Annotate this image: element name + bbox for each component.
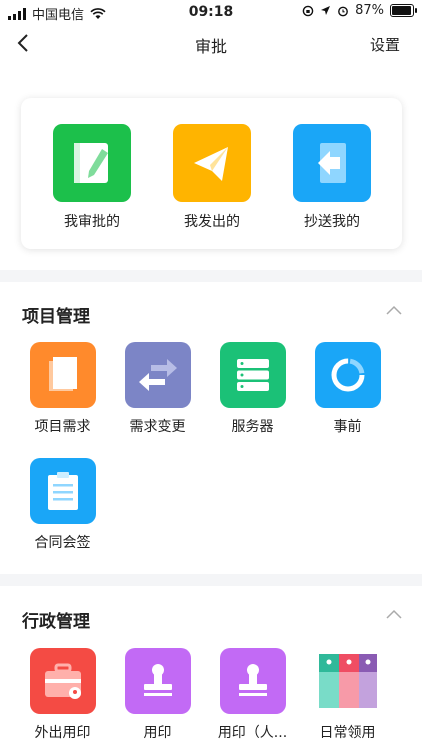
app-label: 用印 bbox=[143, 725, 172, 741]
status-bar: 中国电信 09:18 87% bbox=[0, 0, 422, 24]
status-right: 87% bbox=[302, 3, 417, 18]
app-icon-bg bbox=[219, 648, 286, 714]
app-outside-seal[interactable]: 外出用印 bbox=[15, 648, 110, 742]
notebook-pen-icon bbox=[74, 143, 108, 183]
section-title-project: 项目管理 bbox=[22, 307, 90, 327]
quick-label: 我审批的 bbox=[64, 214, 120, 230]
app-pre-event[interactable]: 事前 bbox=[300, 342, 395, 436]
app-contract-countersign[interactable]: 合同会签 bbox=[15, 458, 110, 552]
section-divider bbox=[0, 270, 422, 282]
app-label: 合同会签 bbox=[34, 535, 91, 551]
rotation-lock-icon bbox=[302, 5, 314, 16]
app-label: 需求变更 bbox=[129, 419, 186, 435]
quick-icon-bg bbox=[293, 124, 371, 202]
app-icon-bg bbox=[29, 648, 96, 714]
battery-fill bbox=[392, 6, 412, 15]
app-icon-bg bbox=[29, 342, 96, 408]
paper-plane-icon bbox=[194, 147, 228, 181]
app-project-requirement[interactable]: 项目需求 bbox=[15, 342, 110, 436]
quick-icon-bg bbox=[53, 124, 131, 202]
quick-label: 我发出的 bbox=[184, 214, 240, 230]
ring-icon bbox=[331, 358, 364, 392]
location-icon bbox=[321, 6, 331, 15]
swap-arrows-icon bbox=[138, 359, 177, 391]
stamp-icon bbox=[143, 664, 172, 696]
server-icon bbox=[236, 359, 269, 391]
quick-item-approved-by-me[interactable]: 我审批的 bbox=[37, 124, 147, 231]
clipboard-icon bbox=[47, 472, 78, 510]
app-label: 外出用印 bbox=[34, 725, 91, 741]
chevron-up-icon[interactable] bbox=[386, 609, 402, 619]
quick-label: 抄送我的 bbox=[304, 214, 360, 230]
app-label: 服务器 bbox=[231, 419, 274, 435]
battery-icon bbox=[390, 4, 417, 17]
app-icon-bg bbox=[314, 648, 381, 714]
chevron-up-icon[interactable] bbox=[386, 305, 402, 315]
app-seal-personnel[interactable]: 用印（人... bbox=[205, 648, 300, 742]
nav-bar: 审批 设置 bbox=[0, 24, 422, 64]
app-label: 项目需求 bbox=[34, 419, 91, 435]
quick-actions-card: 我审批的 我发出的 抄送我的 bbox=[21, 98, 402, 249]
quick-item-cc-to-me[interactable]: 抄送我的 bbox=[277, 124, 387, 231]
app-server[interactable]: 服务器 bbox=[205, 342, 300, 436]
app-label: 事前 bbox=[333, 419, 362, 435]
section-divider bbox=[0, 574, 422, 586]
binders-icon bbox=[318, 654, 377, 708]
app-seal[interactable]: 用印 bbox=[110, 648, 205, 742]
app-requirement-change[interactable]: 需求变更 bbox=[110, 342, 205, 436]
page-title: 审批 bbox=[194, 37, 227, 56]
section-title-admin: 行政管理 bbox=[22, 612, 90, 632]
quick-item-sent-by-me[interactable]: 我发出的 bbox=[157, 124, 267, 231]
app-icon-bg bbox=[124, 648, 191, 714]
app-label: 用印（人... bbox=[217, 725, 288, 741]
settings-button[interactable]: 设置 bbox=[370, 34, 400, 55]
door-arrow-icon bbox=[318, 143, 346, 183]
quick-icon-bg bbox=[173, 124, 251, 202]
app-icon-bg bbox=[314, 342, 381, 408]
app-icon-bg bbox=[219, 342, 286, 408]
briefcase-stamp-icon bbox=[44, 663, 81, 699]
battery-percent: 87% bbox=[355, 3, 384, 18]
app-daily-requisition[interactable]: 日常领用 bbox=[300, 648, 395, 742]
app-icon-bg bbox=[29, 458, 96, 524]
alarm-icon bbox=[338, 6, 348, 16]
stamp-icon bbox=[238, 664, 267, 696]
app-icon-bg bbox=[124, 342, 191, 408]
document-icon bbox=[48, 357, 77, 391]
app-label: 日常领用 bbox=[319, 725, 376, 741]
